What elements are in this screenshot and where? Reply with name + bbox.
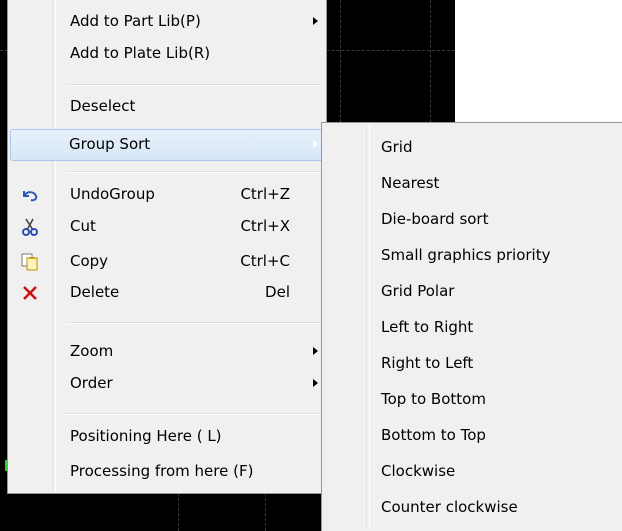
shortcut-text: Ctrl+X <box>240 217 290 235</box>
menu-item-label: Add to Part Lib(P) <box>70 12 201 30</box>
menu-item-zoom[interactable]: Zoom <box>10 336 324 368</box>
submenu-item-clockwise[interactable]: Clockwise <box>324 456 620 488</box>
menu-separator <box>66 322 322 324</box>
submenu-item-small-graphics-priority[interactable]: Small graphics priority <box>324 240 620 272</box>
submenu-item-left-to-right[interactable]: Left to Right <box>324 312 620 344</box>
menu-separator <box>66 413 322 415</box>
submenu-item-die-board-sort[interactable]: Die-board sort <box>324 204 620 236</box>
submenu-item-label: Grid <box>381 138 413 156</box>
menu-item-label: Processing from here (F) <box>70 462 254 480</box>
menu-item-add-to-part-lib[interactable]: Add to Part Lib(P) <box>10 6 324 38</box>
submenu-arrow-icon <box>313 17 318 25</box>
menu-item-label: Cut <box>70 217 96 235</box>
menu-item-label: Positioning Here ( L) <box>70 427 222 445</box>
undo-icon <box>23 191 38 202</box>
context-menu: Add to Part Lib(P) Add to Plate Lib(R) D… <box>7 0 327 494</box>
menu-item-deselect[interactable]: Deselect <box>10 91 324 123</box>
menu-item-positioning-here[interactable]: Positioning Here ( L) <box>10 421 324 453</box>
menu-item-copy[interactable]: Copy Ctrl+C <box>10 246 324 278</box>
submenu-item-label: Nearest <box>381 174 440 192</box>
menu-item-label: Order <box>70 374 113 392</box>
submenu-item-top-to-bottom[interactable]: Top to Bottom <box>324 384 620 416</box>
submenu-item-label: Grid Polar <box>381 282 455 300</box>
menu-item-label: Deselect <box>70 97 136 115</box>
scissors-icon <box>22 218 38 236</box>
submenu-item-grid-polar[interactable]: Grid Polar <box>324 276 620 308</box>
menu-separator <box>66 171 322 173</box>
submenu-item-nearest[interactable]: Nearest <box>324 168 620 200</box>
menu-item-processing-from-here[interactable]: Processing from here (F) <box>10 456 324 488</box>
menu-item-group-sort[interactable]: Group Sort <box>10 129 324 161</box>
menu-item-label: Add to Plate Lib(R) <box>70 44 211 62</box>
submenu-item-bottom-to-top[interactable]: Bottom to Top <box>324 420 620 452</box>
copy-icon <box>21 253 38 271</box>
background-area <box>455 0 622 120</box>
submenu-item-grid[interactable]: Grid <box>324 132 620 164</box>
submenu-item-label: Die-board sort <box>381 210 489 228</box>
submenu-item-right-to-left[interactable]: Right to Left <box>324 348 620 380</box>
menu-item-label: Delete <box>70 283 120 301</box>
submenu-item-label: Bottom to Top <box>381 426 486 444</box>
menu-item-undo-group[interactable]: UndoGroup Ctrl+Z <box>10 179 324 211</box>
group-sort-submenu: Grid Nearest Die-board sort Small graphi… <box>321 122 622 531</box>
submenu-item-label: Clockwise <box>381 462 456 480</box>
delete-x-icon <box>23 286 37 300</box>
menu-item-cut[interactable]: Cut Ctrl+X <box>10 211 324 243</box>
shortcut-text: Del <box>265 283 290 301</box>
submenu-item-label: Small graphics priority <box>381 246 551 264</box>
shortcut-text: Ctrl+Z <box>240 185 290 203</box>
menu-item-label: UndoGroup <box>70 185 155 203</box>
menu-item-label: Group Sort <box>69 135 151 153</box>
menu-item-label: Copy <box>70 252 109 270</box>
menu-item-order[interactable]: Order <box>10 368 324 400</box>
menu-item-delete[interactable]: Delete Del <box>10 277 324 309</box>
submenu-item-counter-clockwise[interactable]: Counter clockwise <box>324 492 620 524</box>
submenu-arrow-icon <box>313 379 318 387</box>
submenu-arrow-icon <box>313 140 318 148</box>
menu-item-add-to-plate-lib[interactable]: Add to Plate Lib(R) <box>10 38 324 70</box>
menu-separator <box>66 84 322 86</box>
submenu-item-label: Counter clockwise <box>381 498 518 516</box>
submenu-item-label: Right to Left <box>381 354 474 372</box>
submenu-arrow-icon <box>313 347 318 355</box>
submenu-item-label: Top to Bottom <box>381 390 486 408</box>
submenu-item-label: Left to Right <box>381 318 474 336</box>
shortcut-text: Ctrl+C <box>240 252 290 270</box>
menu-item-label: Zoom <box>70 342 114 360</box>
